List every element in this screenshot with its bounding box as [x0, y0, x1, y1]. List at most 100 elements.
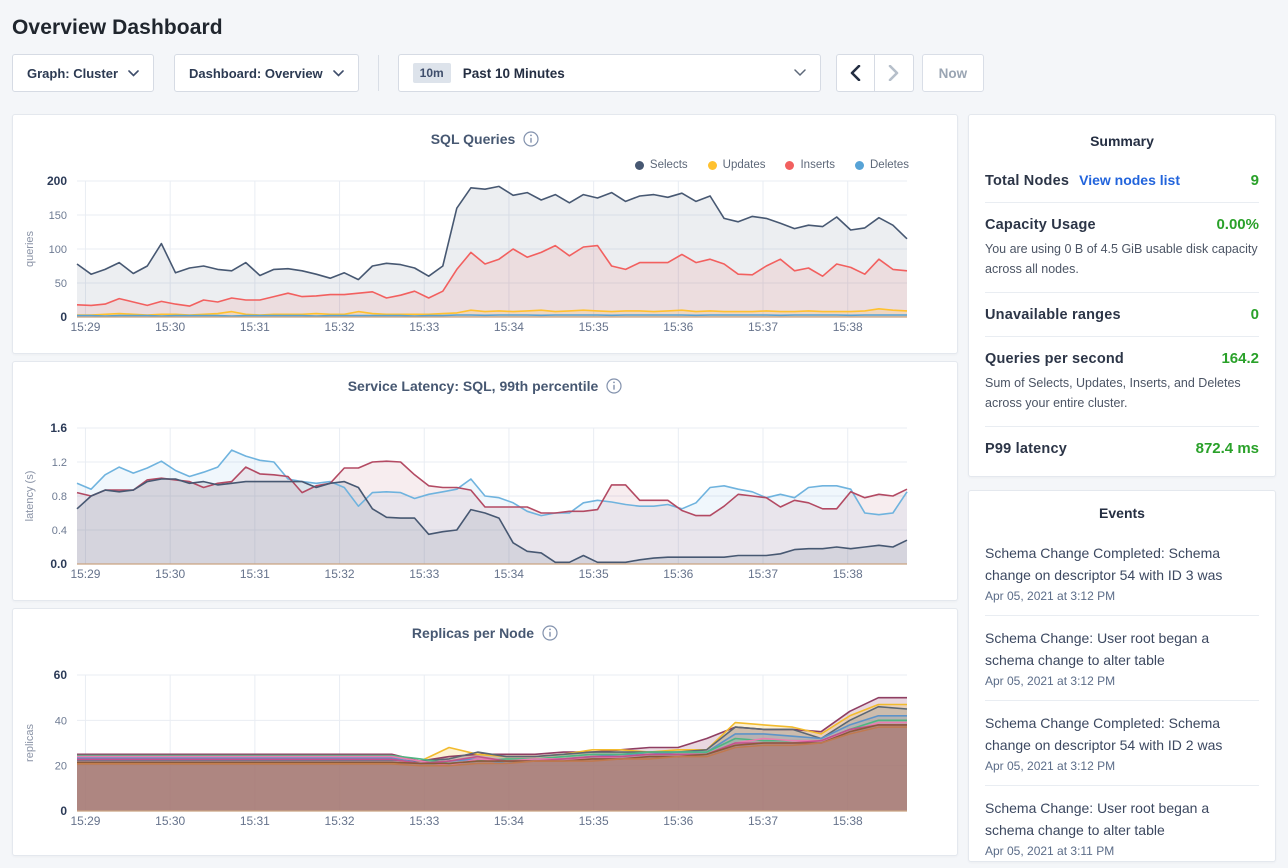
- qps-description: Sum of Selects, Updates, Inserts, and De…: [985, 373, 1259, 413]
- chart-title-row: Service Latency: SQL, 99th percentile: [13, 376, 957, 396]
- unavailable-ranges-value: 0: [1251, 306, 1259, 323]
- chart-svg: 05010015020015:2915:3015:3115:3215:3315:…: [13, 173, 957, 343]
- legend-label: Selects: [650, 159, 688, 171]
- summary-row-p99: P99 latency 872.4 ms: [985, 427, 1259, 470]
- replicas-per-node-chart[interactable]: 020406015:2915:3015:3115:3215:3315:3415:…: [13, 667, 957, 842]
- now-button[interactable]: Now: [922, 54, 985, 92]
- svg-text:1.2: 1.2: [52, 457, 67, 469]
- event-message: Schema Change: User root began a schema …: [985, 797, 1259, 841]
- unavailable-ranges-label: Unavailable ranges: [985, 307, 1121, 323]
- chart-panel-replicas: Replicas per Node 020406015:2915:3015:31…: [12, 608, 958, 856]
- qps-label: Queries per second: [985, 351, 1124, 367]
- event-timestamp: Apr 05, 2021 at 3:11 PM: [985, 844, 1259, 858]
- time-range-picker[interactable]: 10m Past 10 Minutes: [398, 54, 821, 92]
- time-prev-button[interactable]: [836, 54, 875, 92]
- event-item: Schema Change Completed: Schema change o…: [985, 700, 1259, 785]
- svg-text:latency (s): latency (s): [24, 471, 36, 522]
- capacity-usage-label: Capacity Usage: [985, 217, 1096, 233]
- chevron-right-icon: [888, 65, 899, 81]
- svg-text:replicas: replicas: [24, 724, 36, 762]
- legend-item-selects[interactable]: Selects: [635, 159, 688, 171]
- event-item: Schema Change: User root began a schema …: [985, 785, 1259, 862]
- time-next-button[interactable]: [875, 54, 914, 92]
- svg-text:15:35: 15:35: [579, 567, 609, 581]
- chart-svg: 020406015:2915:3015:3115:3215:3315:3415:…: [13, 667, 957, 837]
- svg-text:200: 200: [47, 174, 67, 188]
- svg-text:15:33: 15:33: [409, 814, 439, 828]
- svg-text:1.6: 1.6: [50, 421, 67, 435]
- svg-text:15:34: 15:34: [494, 567, 524, 581]
- svg-text:0.4: 0.4: [52, 525, 67, 537]
- sidebar: Summary Total Nodes View nodes list 9 Ca…: [968, 114, 1276, 862]
- summary-row-capacity: Capacity Usage 0.00% You are using 0 B o…: [985, 203, 1259, 293]
- legend-label: Updates: [723, 159, 766, 171]
- legend-dot-icon: [855, 161, 864, 170]
- capacity-usage-description: You are using 0 B of 4.5 GiB usable disk…: [985, 239, 1259, 279]
- svg-text:60: 60: [54, 668, 68, 682]
- legend-dot-icon: [785, 161, 794, 170]
- svg-text:15:31: 15:31: [240, 320, 270, 334]
- event-timestamp: Apr 05, 2021 at 3:12 PM: [985, 759, 1259, 773]
- total-nodes-value: 9: [1251, 172, 1259, 189]
- event-item: Schema Change Completed: Schema change o…: [985, 531, 1259, 615]
- legend-item-inserts[interactable]: Inserts: [785, 159, 835, 171]
- time-range-label: Past 10 Minutes: [463, 66, 565, 81]
- summary-row-qps: Queries per second 164.2 Sum of Selects,…: [985, 337, 1259, 427]
- svg-text:0.8: 0.8: [52, 491, 67, 503]
- charts-column: SQL Queries SelectsUpdatesInsertsDeletes…: [12, 114, 958, 856]
- summary-heading: Summary: [985, 131, 1259, 159]
- info-icon[interactable]: [523, 131, 539, 147]
- view-nodes-list-link[interactable]: View nodes list: [1079, 172, 1180, 188]
- summary-row-total-nodes: Total Nodes View nodes list 9: [985, 159, 1259, 203]
- chevron-down-icon: [333, 70, 344, 77]
- sql-queries-chart[interactable]: 05010015020015:2915:3015:3115:3215:3315:…: [13, 173, 957, 348]
- events-panel: Events Schema Change Completed: Schema c…: [968, 490, 1276, 862]
- svg-text:15:30: 15:30: [155, 814, 185, 828]
- svg-text:15:35: 15:35: [579, 320, 609, 334]
- chart-title-row: Replicas per Node: [13, 623, 957, 643]
- svg-text:15:36: 15:36: [663, 320, 693, 334]
- legend-dot-icon: [635, 161, 644, 170]
- toolbar-divider: [378, 55, 379, 91]
- svg-text:15:29: 15:29: [70, 567, 100, 581]
- events-list: Schema Change Completed: Schema change o…: [985, 531, 1259, 862]
- legend-item-deletes[interactable]: Deletes: [855, 159, 909, 171]
- legend-label: Deletes: [870, 159, 909, 171]
- svg-text:15:29: 15:29: [70, 320, 100, 334]
- graph-dropdown-label: Graph: Cluster: [27, 66, 118, 81]
- p99-latency-value: 872.4 ms: [1196, 440, 1259, 457]
- info-icon[interactable]: [542, 625, 558, 641]
- svg-text:15:32: 15:32: [325, 567, 355, 581]
- svg-text:15:31: 15:31: [240, 814, 270, 828]
- svg-text:15:37: 15:37: [748, 814, 778, 828]
- svg-text:15:38: 15:38: [833, 320, 863, 334]
- event-timestamp: Apr 05, 2021 at 3:12 PM: [985, 589, 1259, 603]
- info-icon[interactable]: [606, 378, 622, 394]
- qps-value: 164.2: [1221, 350, 1259, 367]
- graph-dropdown[interactable]: Graph: Cluster: [12, 54, 154, 92]
- svg-text:15:34: 15:34: [494, 320, 524, 334]
- dashboard-dropdown[interactable]: Dashboard: Overview: [174, 54, 359, 92]
- service-latency-chart[interactable]: 0.00.40.81.21.615:2915:3015:3115:3215:33…: [13, 420, 957, 595]
- overview-dashboard-page: Overview Dashboard Graph: Cluster Dashbo…: [0, 0, 1288, 862]
- chart-title: Service Latency: SQL, 99th percentile: [348, 378, 599, 394]
- dashboard-content: SQL Queries SelectsUpdatesInsertsDeletes…: [12, 114, 1276, 862]
- legend-dot-icon: [708, 161, 717, 170]
- svg-text:20: 20: [55, 761, 67, 773]
- svg-text:15:32: 15:32: [325, 814, 355, 828]
- p99-latency-label: P99 latency: [985, 441, 1067, 457]
- svg-text:15:38: 15:38: [833, 567, 863, 581]
- legend-item-updates[interactable]: Updates: [708, 159, 766, 171]
- svg-text:15:32: 15:32: [325, 320, 355, 334]
- chevron-down-icon: [794, 69, 806, 77]
- svg-text:15:35: 15:35: [579, 814, 609, 828]
- toolbar: Graph: Cluster Dashboard: Overview 10m P…: [12, 54, 1276, 92]
- event-item: Schema Change: User root began a schema …: [985, 615, 1259, 700]
- events-heading: Events: [985, 503, 1259, 531]
- dashboard-dropdown-label: Dashboard: Overview: [189, 66, 323, 81]
- summary-row-unavailable: Unavailable ranges 0: [985, 293, 1259, 337]
- capacity-usage-value: 0.00%: [1216, 216, 1259, 233]
- svg-text:150: 150: [49, 210, 67, 222]
- chevron-left-icon: [850, 65, 861, 81]
- event-message: Schema Change: User root began a schema …: [985, 627, 1259, 671]
